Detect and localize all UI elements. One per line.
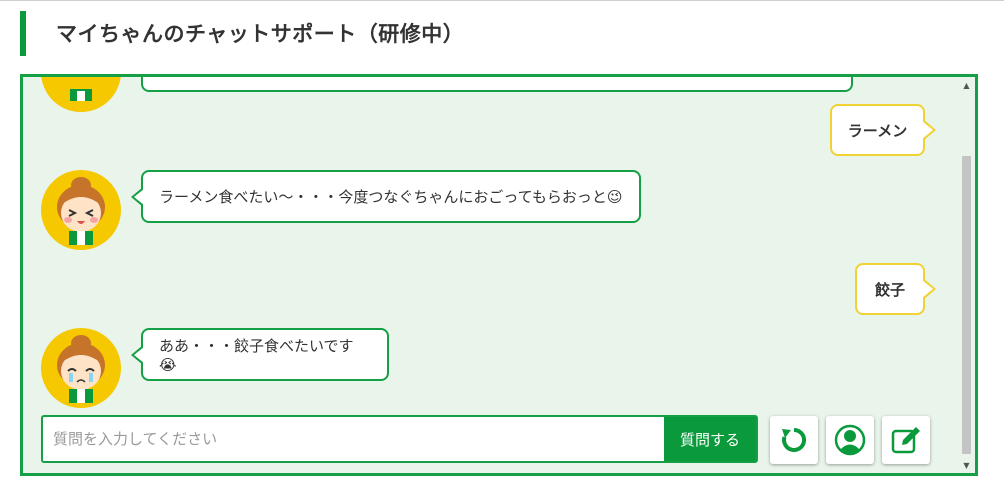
user-message-bubble: 餃子: [855, 263, 936, 315]
question-input[interactable]: [43, 417, 664, 461]
ask-button[interactable]: 質問する: [664, 417, 756, 461]
scroll-down-arrow-icon[interactable]: ▼: [960, 460, 973, 472]
bot-message-text: ラーメン食べたい〜・・・今度つなぐちゃんにおごってもらおっと😉: [159, 188, 623, 206]
bot-message-bubble: ラーメン食べたい〜・・・今度つなぐちゃんにおごってもらおっと😉: [131, 170, 641, 223]
bot-avatar: [41, 328, 121, 408]
edit-button[interactable]: [882, 416, 930, 464]
user-message-bubble: ラーメン: [830, 104, 936, 156]
bot-message-bubble: ああ・・・餃子食べたいです😭: [131, 328, 389, 381]
bot-avatar: [41, 170, 121, 250]
edit-icon: [891, 427, 920, 454]
top-divider: [0, 0, 1004, 1]
scroll-up-arrow-icon[interactable]: ▲: [960, 80, 973, 92]
bot-bubble-partial: [141, 77, 853, 92]
user-message-text: 餃子: [874, 280, 905, 299]
page-title: マイちゃんのチャットサポート（研修中）: [56, 22, 465, 46]
user-message-text: ラーメン: [847, 121, 908, 140]
chat-panel: ラーメン ラーメン食べたい〜・・・今度つなぐちゃんにおごってもらおっと😉 餃子: [20, 74, 978, 476]
reset-button[interactable]: [770, 416, 818, 464]
refresh-icon: [782, 427, 807, 452]
bot-message-text: ああ・・・餃子食べたいです😭: [159, 337, 354, 374]
bot-avatar-partial: [41, 77, 121, 112]
chat-scrollbar[interactable]: ▲ ▼: [960, 80, 973, 472]
user-circle-icon: [834, 424, 866, 456]
question-input-group: 質問する: [41, 415, 758, 463]
profile-button[interactable]: [826, 416, 874, 464]
title-accent-bar: [20, 11, 26, 56]
scroll-thumb[interactable]: [962, 156, 971, 454]
